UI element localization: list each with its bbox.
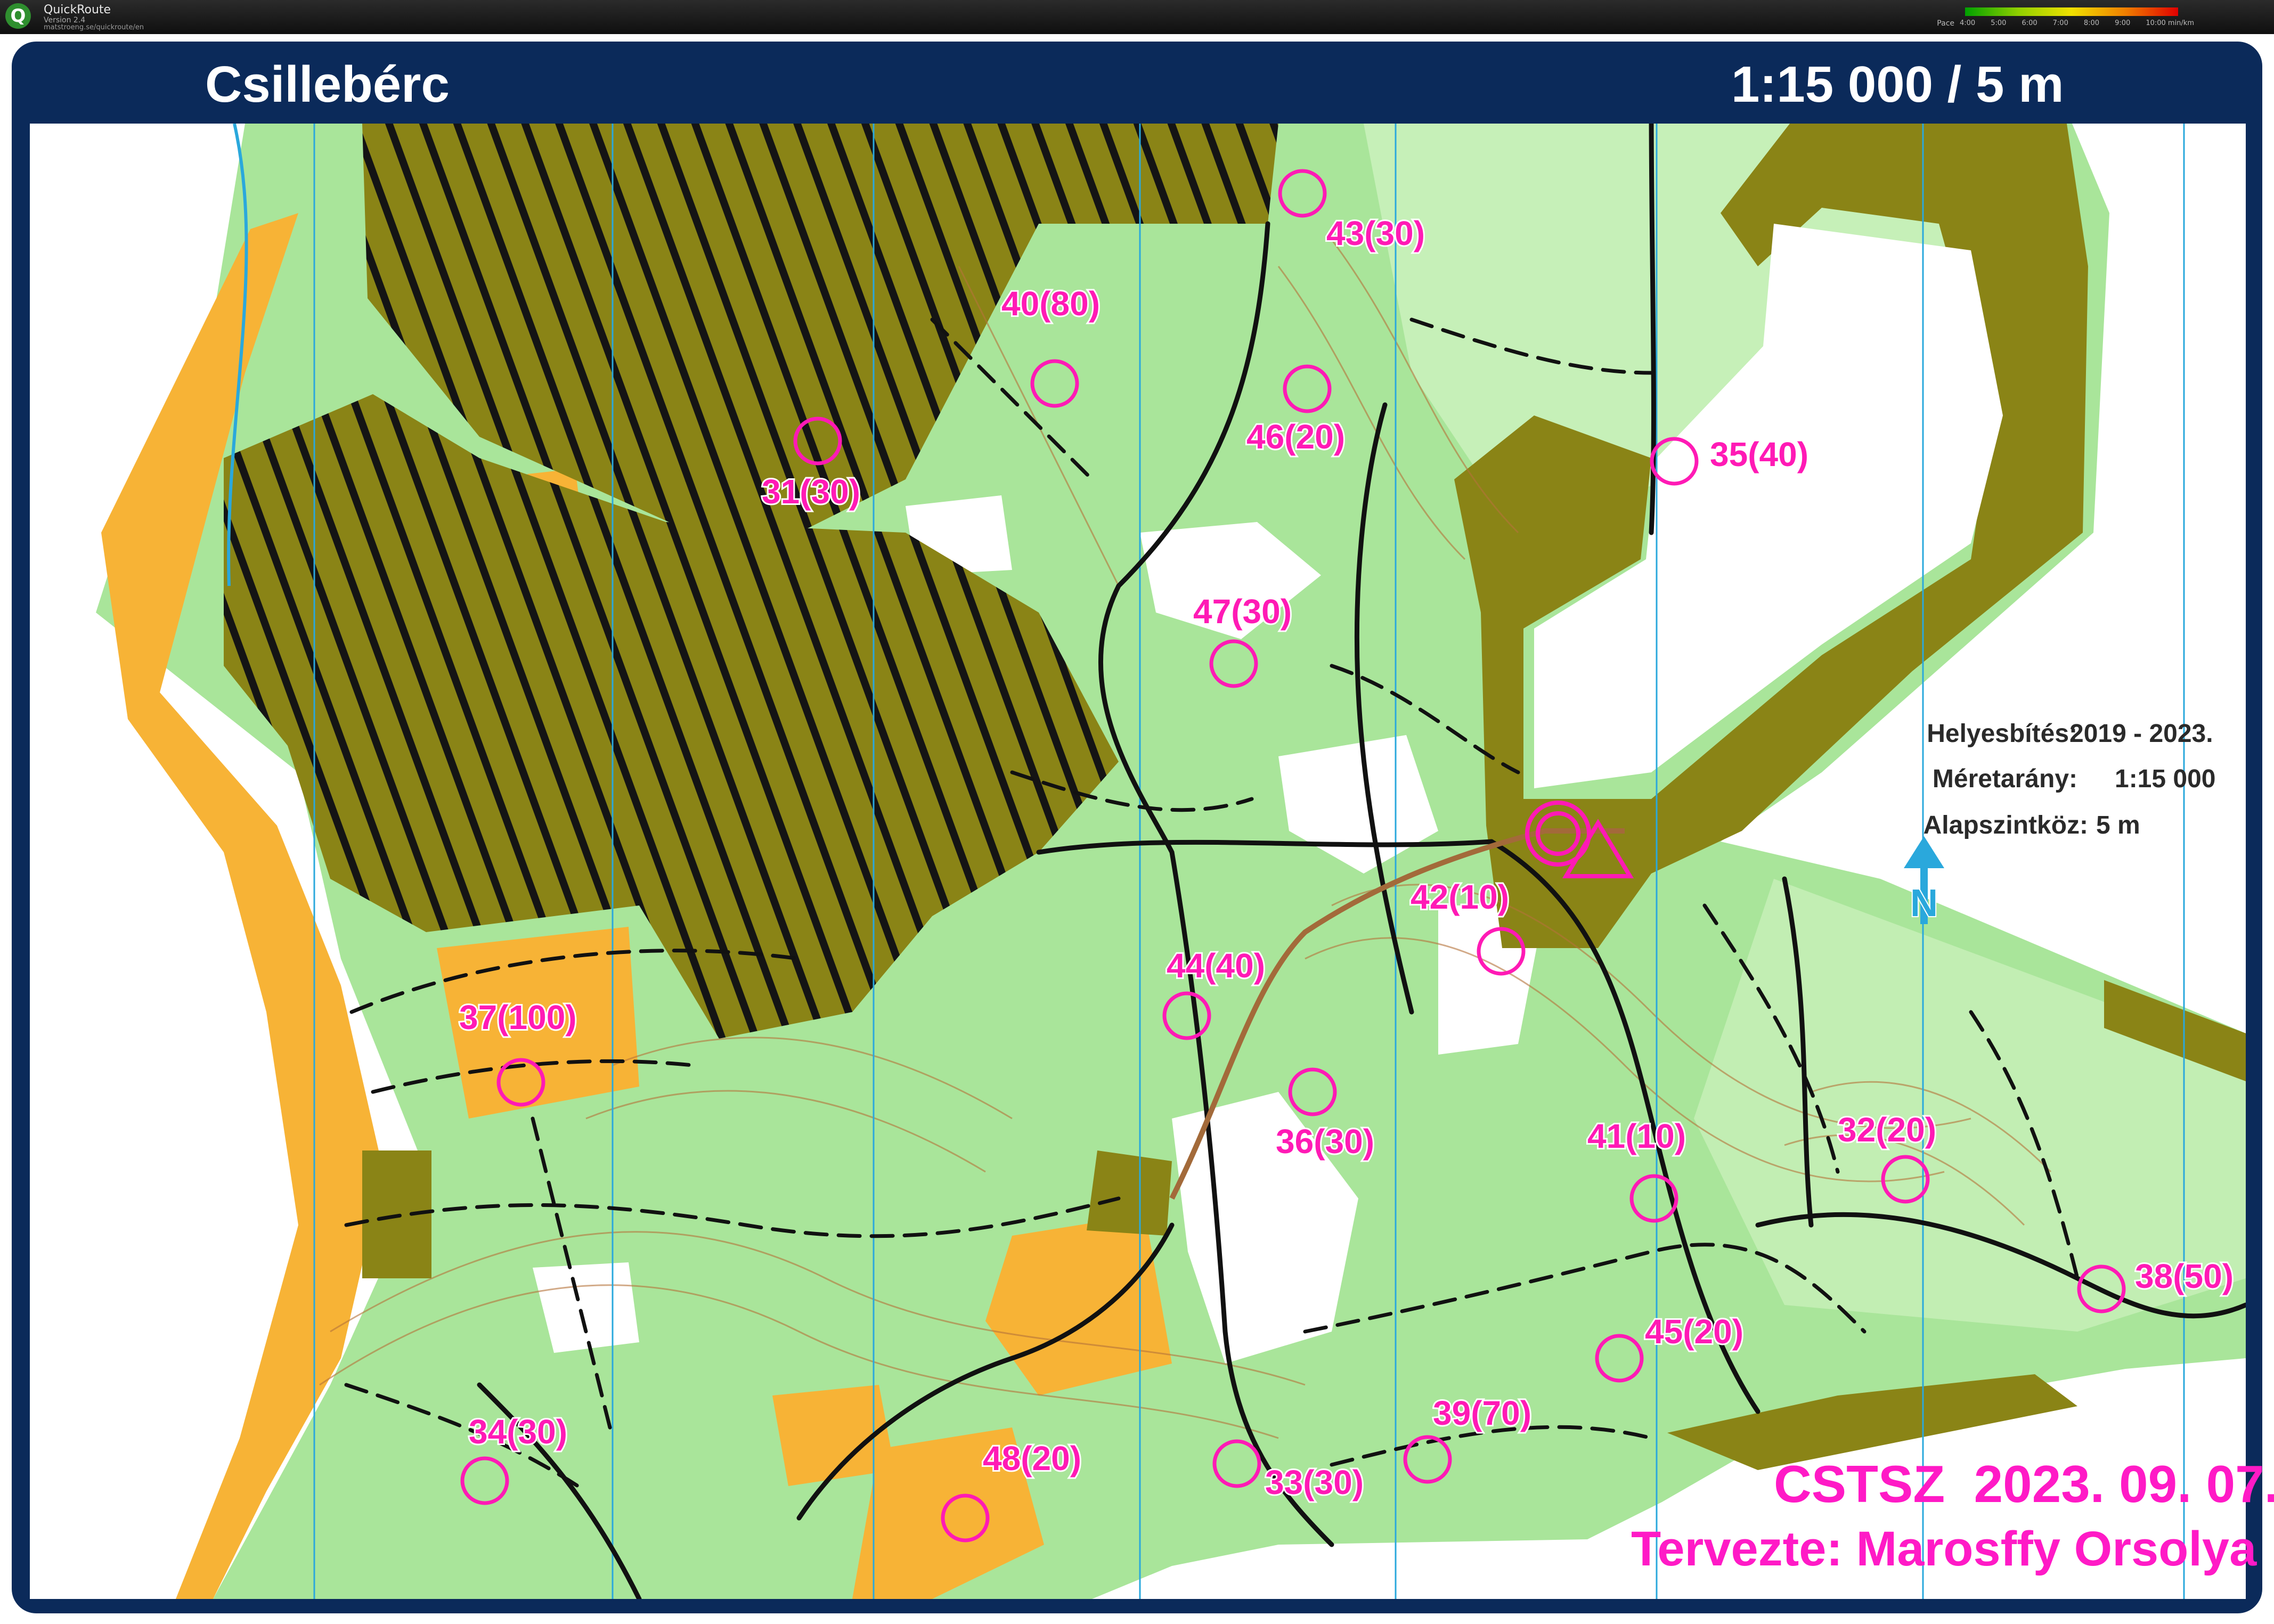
- svg-text:31(30): 31(30): [762, 472, 860, 511]
- svg-text:34(30): 34(30): [469, 1413, 567, 1451]
- svg-text:38(50): 38(50): [2135, 1257, 2234, 1295]
- info-value-revision: 2019 - 2023.: [2069, 720, 2213, 748]
- info-label-scale: Méretarány:: [1932, 765, 2077, 793]
- svg-text:35(40): 35(40): [1710, 435, 1808, 474]
- svg-text:47(30): 47(30): [1193, 592, 1292, 631]
- svg-text:40(80): 40(80): [1001, 284, 1100, 323]
- map-scale-header: 1:15 000 / 5 m: [1731, 56, 2064, 113]
- info-value-contour: 5 m: [2096, 811, 2140, 839]
- svg-text:39(70): 39(70): [1433, 1394, 1531, 1432]
- svg-text:37(100): 37(100): [459, 998, 577, 1037]
- designer-credit: Tervezte: Marosffy Orsolya: [1631, 1522, 2257, 1576]
- info-label-contour: Alapszintköz:: [1923, 811, 2088, 839]
- svg-text:45(20): 45(20): [1645, 1312, 1743, 1351]
- svg-text:N: N: [1910, 882, 1938, 925]
- info-value-scale: 1:15 000: [2115, 765, 2216, 793]
- map-title: Csillebérc: [205, 56, 450, 113]
- restricted-area: [1087, 1150, 1172, 1236]
- svg-text:48(20): 48(20): [983, 1439, 1081, 1478]
- svg-text:43(30): 43(30): [1326, 214, 1425, 252]
- info-label-revision: Helyesbítés:: [1927, 720, 2077, 748]
- svg-text:41(10): 41(10): [1587, 1117, 1686, 1155]
- svg-text:42(10): 42(10): [1411, 878, 1509, 916]
- svg-text:46(20): 46(20): [1246, 418, 1345, 456]
- svg-text:36(30): 36(30): [1276, 1122, 1374, 1161]
- svg-text:32(20): 32(20): [1838, 1111, 1936, 1149]
- event-credit: CSTSZ 2023. 09. 07.: [1774, 1455, 2274, 1513]
- svg-text:44(40): 44(40): [1167, 946, 1265, 985]
- svg-text:33(30): 33(30): [1265, 1463, 1364, 1501]
